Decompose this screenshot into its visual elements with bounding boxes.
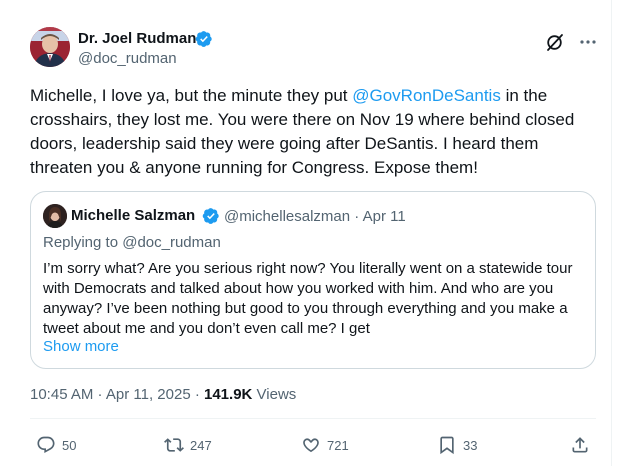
bookmark-count: 33 bbox=[463, 437, 478, 453]
reply-icon bbox=[37, 436, 55, 454]
quote-body: I’m sorry what? Are you serious right no… bbox=[43, 260, 573, 337]
tweet-text: Michelle, I love ya, but the minute they… bbox=[30, 84, 590, 180]
retweet-button[interactable]: 247 bbox=[164, 435, 212, 455]
share-button[interactable] bbox=[570, 435, 596, 455]
tweet-card: Dr. Joel Rudman @doc_rudman Michelle, I … bbox=[0, 0, 636, 466]
time-date[interactable]: 10:45 AM · Apr 11, 2025 · bbox=[30, 386, 204, 403]
column-border bbox=[611, 0, 612, 466]
quote-author-avatar[interactable] bbox=[43, 204, 67, 228]
quote-handle-date[interactable]: @michellesalzman · Apr 11 bbox=[224, 208, 406, 225]
views-count: 141.9K bbox=[204, 386, 253, 403]
show-more-link[interactable]: Show more bbox=[43, 338, 119, 355]
share-icon bbox=[572, 437, 588, 453]
quote-replying-to: Replying to @doc_rudman bbox=[43, 234, 221, 251]
like-button[interactable]: 721 bbox=[301, 435, 349, 455]
divider bbox=[30, 418, 596, 419]
grok-icon[interactable] bbox=[545, 32, 565, 52]
reply-button[interactable]: 50 bbox=[36, 435, 76, 455]
like-icon bbox=[303, 438, 319, 453]
author-name[interactable]: Dr. Joel Rudman bbox=[78, 30, 196, 47]
more-icon[interactable] bbox=[578, 32, 598, 52]
author-handle[interactable]: @doc_rudman bbox=[78, 50, 177, 67]
bookmark-icon bbox=[440, 436, 454, 455]
reply-count: 50 bbox=[62, 437, 77, 453]
tweet-timestamp: 10:45 AM · Apr 11, 2025 · 141.9K Views bbox=[30, 386, 296, 403]
mention-link[interactable]: @GovRonDeSantis bbox=[352, 86, 501, 105]
verified-badge-icon bbox=[202, 208, 219, 224]
like-count: 721 bbox=[327, 437, 349, 453]
verified-badge-icon bbox=[195, 31, 212, 47]
author-avatar[interactable] bbox=[30, 27, 70, 67]
quote-author-name[interactable]: Michelle Salzman bbox=[71, 207, 195, 224]
tweet-text-before: Michelle, I love ya, but the minute they… bbox=[30, 86, 353, 105]
bookmark-button[interactable]: 33 bbox=[437, 435, 477, 455]
views-label: Views bbox=[252, 386, 297, 403]
quoted-tweet[interactable]: Michelle Salzman @michellesalzman · Apr … bbox=[30, 191, 596, 369]
retweet-icon bbox=[164, 438, 184, 452]
retweet-count: 247 bbox=[190, 437, 212, 453]
